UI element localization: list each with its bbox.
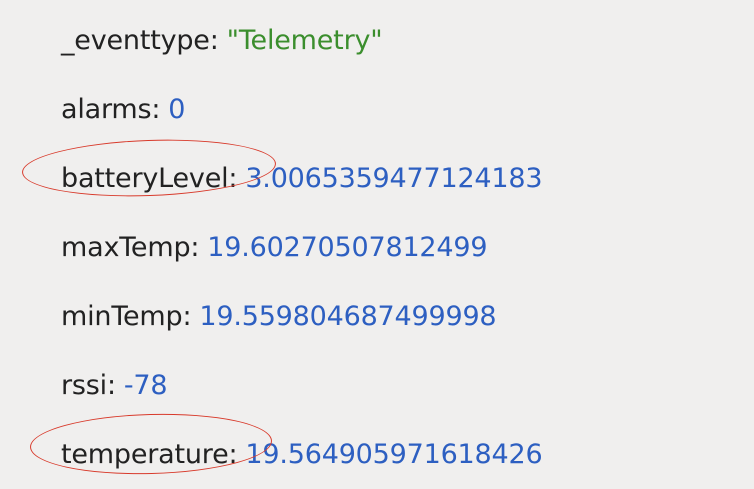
- property-row-mintemp: minTemp:19.559804687499998: [61, 282, 754, 351]
- property-value: -78: [123, 370, 168, 401]
- property-row-rssi: rssi: -78: [61, 351, 754, 420]
- property-key: temperature: [61, 439, 229, 470]
- property-value: "Telemetry": [226, 25, 383, 56]
- property-value: 0: [168, 94, 186, 125]
- property-row-temperature: temperature:19.564905971618426: [61, 420, 754, 489]
- property-value: 19.564905971618426: [245, 439, 543, 470]
- property-row-maxtemp: maxTemp:19.60270507812499: [61, 213, 754, 282]
- property-value: 19.60270507812499: [207, 232, 488, 263]
- property-row-eventtype: _eventtype: "Telemetry": [61, 6, 754, 75]
- property-key: maxTemp: [61, 232, 191, 263]
- key-separator: :: [182, 301, 192, 332]
- key-separator: :: [190, 232, 200, 263]
- key-separator: :: [151, 94, 161, 125]
- property-value: 19.559804687499998: [199, 301, 497, 332]
- property-row-alarms: alarms:0: [61, 75, 754, 144]
- key-separator: :: [209, 25, 219, 56]
- telemetry-property-list: _eventtype: "Telemetry" alarms:0 batteryL…: [0, 0, 754, 486]
- key-separator: :: [228, 439, 238, 470]
- key-separator: :: [106, 370, 116, 401]
- property-key: alarms: [61, 94, 152, 125]
- property-key: rssi: [61, 370, 107, 401]
- key-separator: :: [228, 163, 238, 194]
- property-row-batterylevel: batteryLevel:3.0065359477124183: [61, 144, 754, 213]
- property-key: _eventtype: [61, 25, 210, 56]
- property-key: batteryLevel: [61, 163, 229, 194]
- property-value: 3.0065359477124183: [245, 163, 543, 194]
- property-key: minTemp: [61, 301, 183, 332]
